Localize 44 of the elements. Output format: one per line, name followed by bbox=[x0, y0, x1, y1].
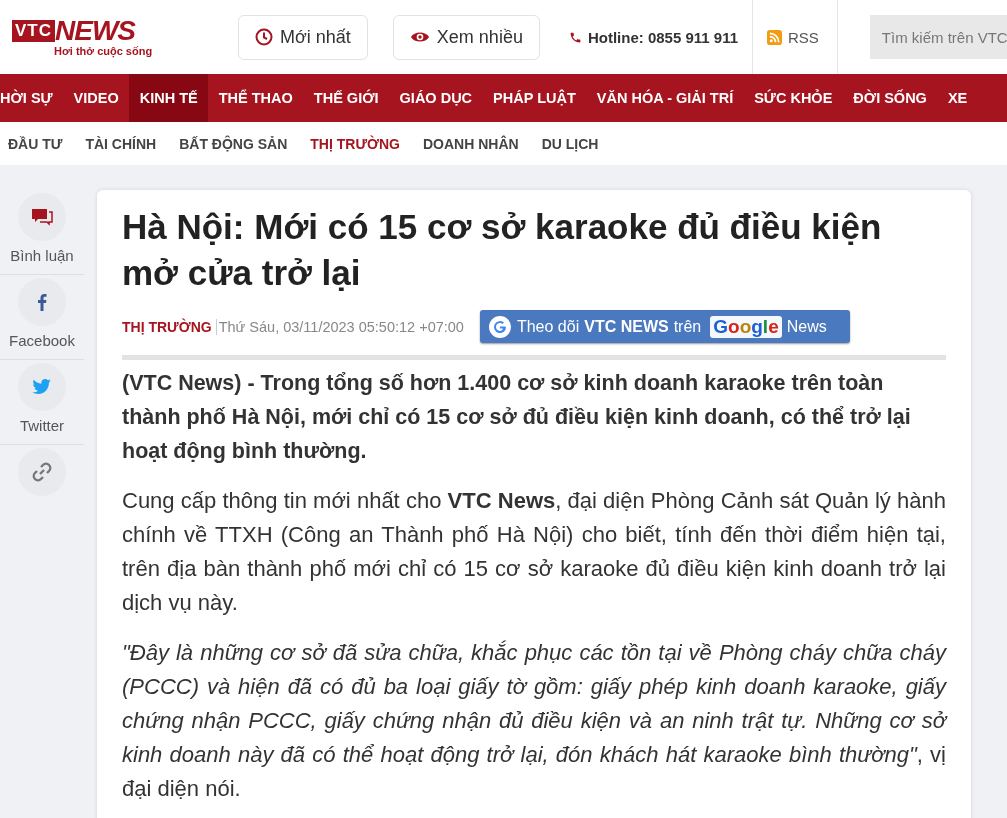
nav-item[interactable]: VĂN HÓA - GIẢI TRÍ bbox=[586, 74, 744, 122]
rss-icon bbox=[767, 29, 782, 45]
subnav-item[interactable]: DOANH NHÂN bbox=[422, 135, 519, 152]
logo[interactable]: VTC NEWS Hơi thở cuộc sống bbox=[0, 17, 238, 57]
search-field[interactable]: Tìm kiếm trên VTC bbox=[869, 15, 1007, 59]
nav-item[interactable]: KINH TẾ bbox=[129, 74, 209, 122]
most-viewed-button[interactable]: Xem nhiều bbox=[392, 14, 540, 60]
article-lead: (VTC News) - Trong tổng số hơn 1.400 cơ sở kinh doanh karaoke trên toàn thành phố Hà Nội, mới chỉ có 15 cơ sở đủ điều kiện kinh doanh, có thể trở lại hoạt động bình thường. bbox=[122, 370, 912, 465]
google-icon bbox=[487, 314, 512, 339]
eye-icon bbox=[409, 30, 430, 44]
clock-icon bbox=[255, 28, 273, 46]
google-news-follow-button[interactable]: Theo dõi VTC NEWS trên Google News bbox=[479, 310, 850, 343]
nav-item[interactable]: THỂ THAO bbox=[208, 74, 304, 122]
subnav-item[interactable]: DU LỊCH bbox=[541, 135, 599, 152]
share-label: Facebook bbox=[9, 332, 75, 349]
nav-item[interactable]: ĐỜI SỐNG bbox=[842, 74, 938, 122]
nav-item[interactable]: GIÁO DỤC bbox=[389, 74, 483, 122]
article-paragraph: "Đây là những cơ sở đã sửa chữa, khắc phục các tồn tại về Phòng cháy chữa cháy (PCCC) và hiện đã có đủ ba loại giấy tờ gồm: giấy phép kinh doanh karaoke, giấy chứng nhận PCCC, giấy chứng nhận đủ điều kiện và an ninh trật tự. Những cơ sở kinh doanh này đã có thể hoạt động trở lại, đón khách hát karaoke bình thường", vị đại diện nói. bbox=[122, 639, 946, 803]
latest-button[interactable]: Mới nhất bbox=[238, 14, 368, 60]
comment-share-button[interactable] bbox=[18, 193, 66, 241]
facebook-share-button[interactable] bbox=[18, 278, 66, 326]
subnav-item[interactable]: ĐẦU TƯ bbox=[8, 135, 63, 152]
nav-item[interactable]: XE bbox=[937, 74, 978, 122]
nav-item[interactable]: VIDEO bbox=[63, 74, 130, 122]
share-label: Twitter bbox=[19, 417, 65, 434]
nav-item[interactable]: PHÁP LUẬT bbox=[482, 74, 587, 122]
publish-date: Thứ Sáu, 03/11/2023 05:50:12 +07:00 bbox=[215, 318, 464, 335]
phone-icon bbox=[568, 30, 582, 44]
subnav-item[interactable]: TÀI CHÍNH bbox=[85, 135, 157, 152]
link-icon bbox=[32, 462, 52, 482]
subnav-item[interactable]: BẤT ĐỘNG SẢN bbox=[179, 135, 288, 152]
subnav-item[interactable]: THỊ TRƯỜNG bbox=[310, 135, 400, 152]
nav-item[interactable]: THẾ GIỚI bbox=[303, 74, 390, 122]
nav-item[interactable]: HỜI SỰ bbox=[0, 74, 64, 122]
hotline-text: Hotline: 0855 911 911 bbox=[587, 28, 738, 46]
category-link[interactable]: THỊ TRƯỜNG bbox=[122, 318, 212, 335]
article-title: Hà Nội: Mới có 15 cơ sở karaoke đủ điều kiện mở cửa trở lại bbox=[122, 206, 883, 294]
link-share-button[interactable] bbox=[18, 448, 66, 496]
nav-item[interactable]: SỨC KHỎE bbox=[743, 74, 843, 122]
comment-icon bbox=[31, 208, 53, 226]
facebook-icon bbox=[37, 293, 47, 311]
article-paragraph: Cung cấp thông tin mới nhất cho VTC News, đại diện Phòng Cảnh sát Quản lý hành chính về TTXH (Công an Thành phố Hà Nội) cho biết, tính đến thời điểm hiện tại, trên địa bàn thành phố mới chỉ có 15 cơ sở karaoke đủ điều kiện kinh doanh trở lại dịch vụ này. bbox=[122, 487, 946, 617]
share-label: Bình luận bbox=[10, 247, 74, 264]
bird-icon bbox=[32, 379, 52, 395]
